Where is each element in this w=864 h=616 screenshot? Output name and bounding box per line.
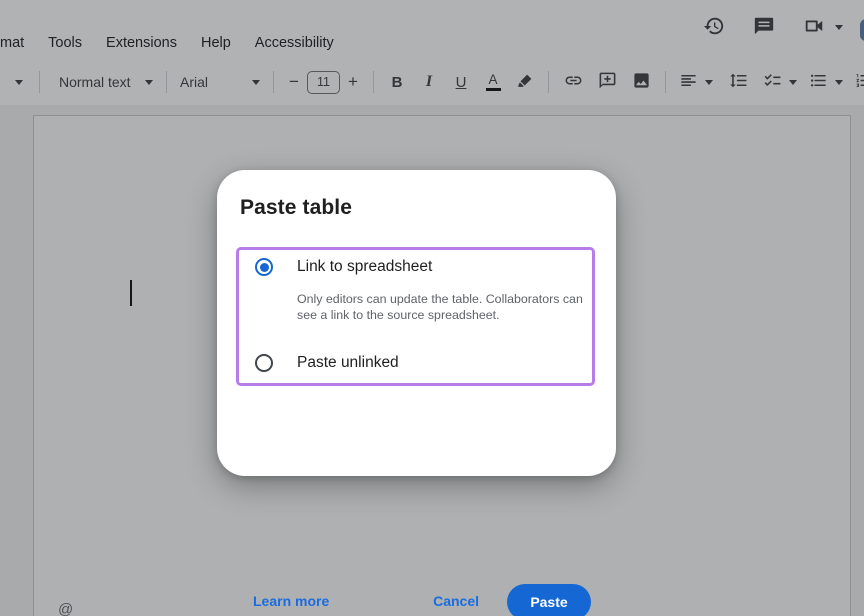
option-label: Paste unlinked — [297, 354, 399, 372]
option-label: Link to spreadsheet — [297, 258, 432, 276]
option-description: Only editors can update the table. Colla… — [297, 291, 591, 323]
radio-selected-icon[interactable] — [255, 258, 273, 276]
dialog-title: Paste table — [240, 196, 352, 220]
paste-options-group: Link to spreadsheet Only editors can upd… — [236, 247, 595, 386]
cancel-button[interactable]: Cancel — [433, 593, 479, 609]
radio-unselected-icon[interactable] — [255, 354, 273, 372]
option-link-to-spreadsheet[interactable]: Link to spreadsheet — [239, 258, 432, 276]
learn-more-link[interactable]: Learn more — [253, 593, 329, 609]
paste-table-dialog: Paste table Link to spreadsheet Only edi… — [217, 170, 616, 476]
paste-button[interactable]: Paste — [507, 584, 591, 616]
dialog-footer: Learn more Cancel Paste — [217, 584, 616, 616]
option-paste-unlinked[interactable]: Paste unlinked — [239, 354, 399, 372]
